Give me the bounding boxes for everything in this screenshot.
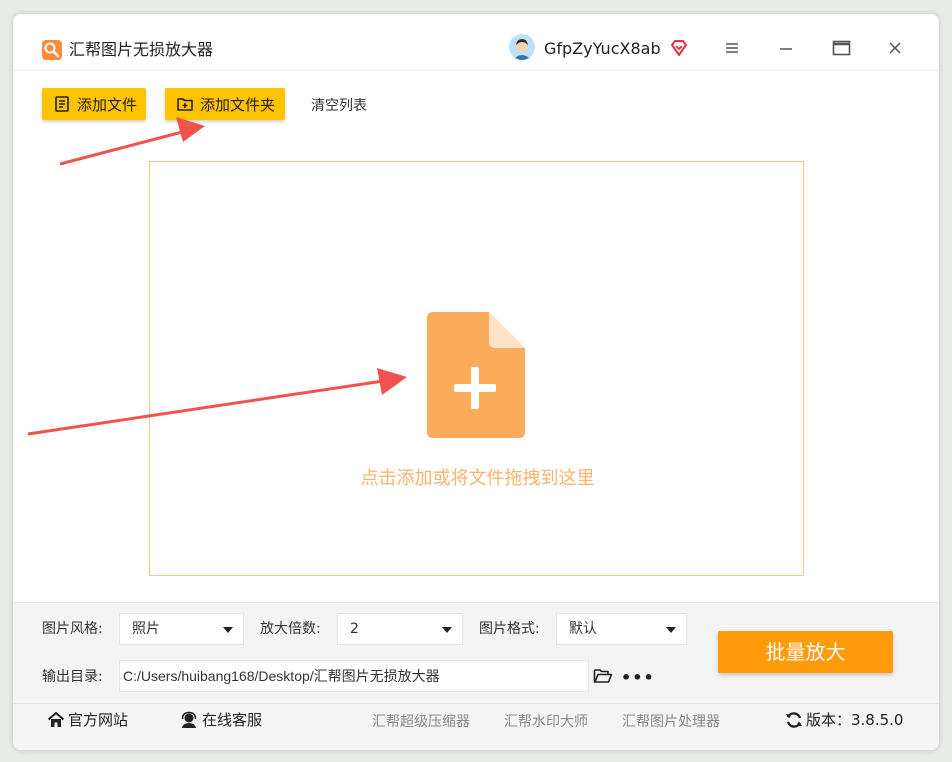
output-path-field[interactable]: C:/Users/huibang168/Desktop/汇帮图片无损放大器 — [119, 660, 589, 692]
style-label: 图片风格: — [42, 621, 103, 637]
close-icon[interactable] — [880, 34, 910, 62]
refresh-icon — [786, 712, 802, 728]
format-select[interactable]: 默认 — [556, 613, 687, 645]
title-bar: 汇帮图片无损放大器 GfpZyYucX8ab — [13, 14, 939, 71]
batch-upscale-button[interactable]: 批量放大 — [718, 631, 893, 673]
style-select[interactable]: 照片 — [119, 613, 244, 645]
maximize-icon[interactable] — [826, 34, 856, 62]
username[interactable]: GfpZyYucX8ab — [544, 38, 661, 60]
online-support-link[interactable]: 在线客服 — [179, 710, 262, 730]
version-info[interactable]: 版本：3.8.5.0 — [785, 710, 903, 730]
footer-divider — [13, 703, 939, 704]
dropzone-hint: 点击添加或将文件拖拽到这里 — [360, 468, 595, 489]
file-dropzone[interactable]: 点击添加或将文件拖拽到这里 — [149, 161, 804, 576]
add-file-icon — [55, 96, 69, 112]
add-folder-icon — [177, 98, 193, 111]
scale-label: 放大倍数: — [260, 621, 321, 637]
footer-app-image-processor[interactable]: 汇帮图片处理器 — [622, 711, 720, 731]
caret-down-icon — [223, 627, 233, 633]
add-file-label: 添加文件 — [77, 95, 138, 114]
version-label: 版本：3.8.5.0 — [806, 711, 904, 729]
avatar-icon[interactable] — [509, 34, 535, 60]
caret-down-icon — [666, 627, 676, 633]
add-folder-button[interactable]: 添加文件夹 — [165, 88, 285, 120]
official-website-link[interactable]: 官方网站 — [47, 710, 128, 730]
caret-down-icon — [442, 627, 452, 633]
format-label: 图片格式: — [479, 621, 540, 637]
output-label: 输出目录: — [42, 669, 103, 685]
clear-list-button[interactable]: 清空列表 — [311, 95, 367, 115]
footer-app-compressor[interactable]: 汇帮超级压缩器 — [372, 711, 470, 731]
app-logo-icon — [42, 40, 62, 60]
add-folder-label: 添加文件夹 — [200, 95, 276, 114]
official-website-label: 官方网站 — [68, 711, 129, 729]
scale-select[interactable]: 2 — [337, 613, 463, 645]
headset-icon — [181, 711, 197, 728]
footer-app-watermark[interactable]: 汇帮水印大师 — [504, 711, 588, 731]
more-options-button[interactable]: ••• — [621, 668, 655, 687]
folder-open-icon[interactable] — [593, 667, 613, 689]
style-select-value: 照片 — [132, 621, 160, 637]
file-plus-icon — [427, 312, 525, 438]
add-file-button[interactable]: 添加文件 — [42, 88, 146, 120]
app-title: 汇帮图片无损放大器 — [69, 40, 214, 59]
scale-select-value: 2 — [350, 621, 359, 637]
minimize-icon[interactable] — [771, 34, 801, 62]
home-icon — [47, 712, 65, 727]
online-support-label: 在线客服 — [202, 711, 263, 729]
app-window: 汇帮图片无损放大器 GfpZyYucX8ab 添加文件 添加文件夹 清空列表 点… — [13, 14, 939, 750]
format-select-value: 默认 — [569, 621, 597, 637]
menu-icon[interactable] — [717, 34, 747, 62]
vip-diamond-icon[interactable] — [669, 38, 689, 58]
settings-panel: 图片风格: 照片 放大倍数: 2 图片格式: 默认 输出目录: C:/Users… — [13, 602, 939, 750]
